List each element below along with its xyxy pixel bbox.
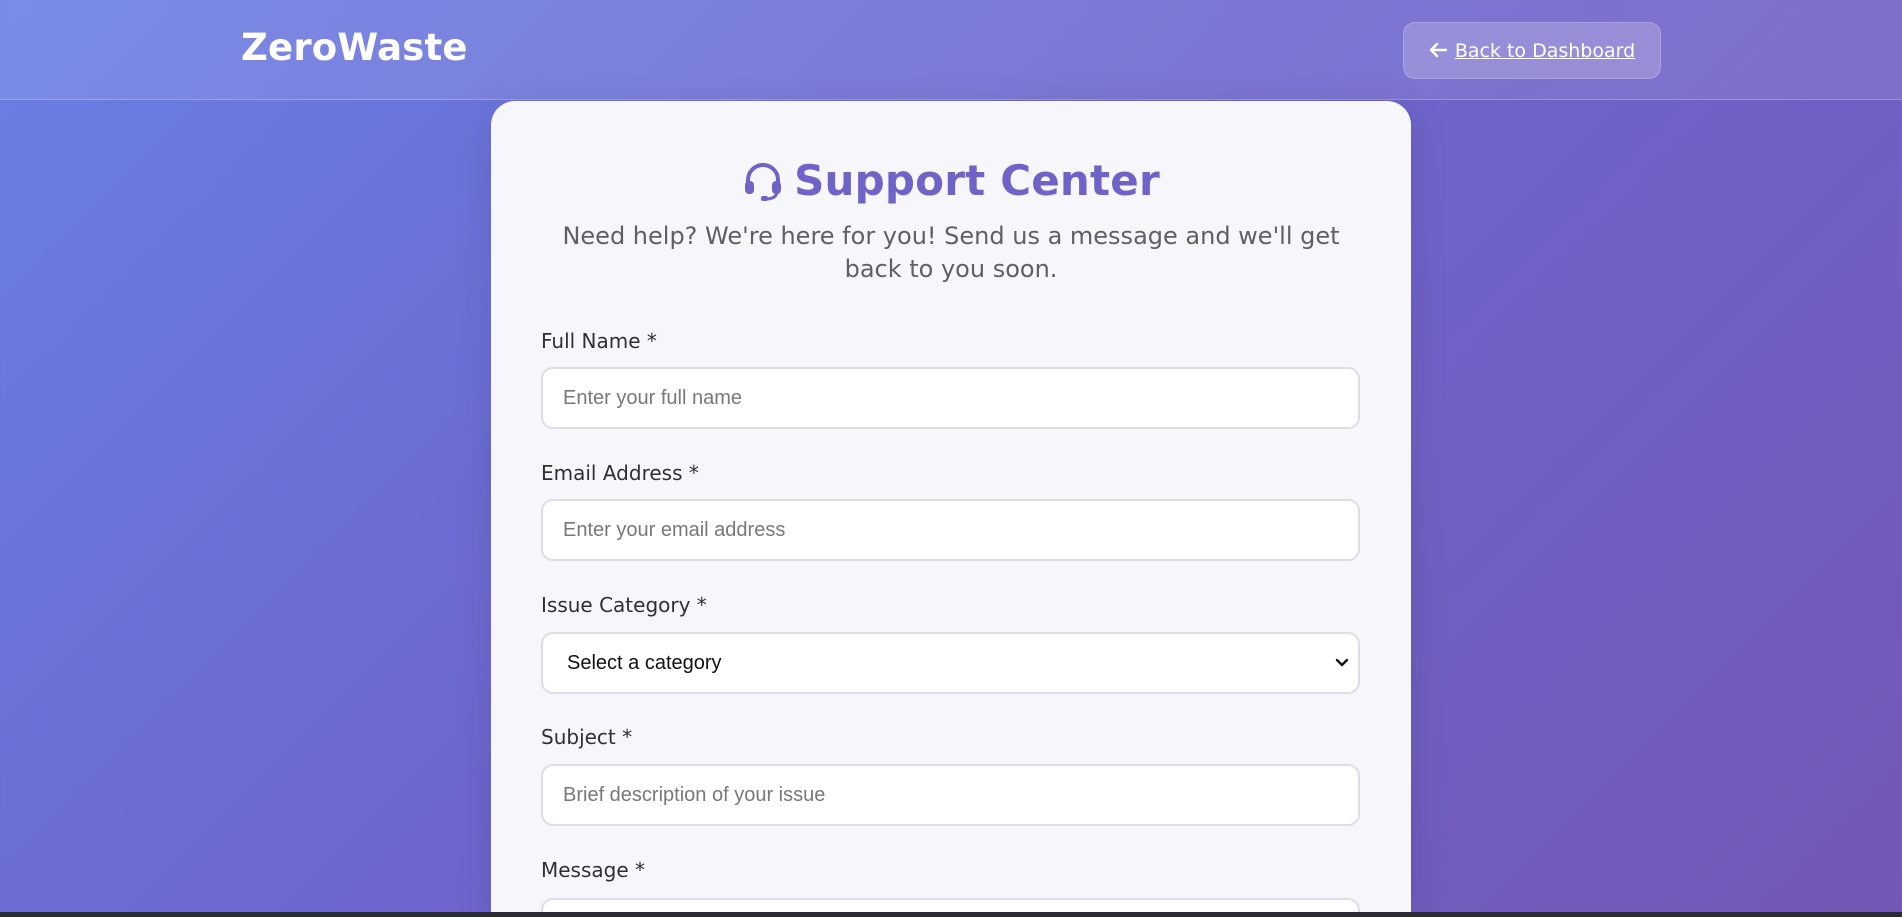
arrow-left-icon <box>1429 41 1448 61</box>
support-header: Support Center <box>491 156 1411 205</box>
page-title: Support Center <box>794 156 1160 205</box>
full-name-label: Full Name * <box>541 329 657 353</box>
back-to-dashboard-button[interactable]: Back to Dashboard <box>1403 22 1661 79</box>
full-name-input[interactable] <box>541 367 1360 429</box>
support-card: Support Center Need help? We're here for… <box>491 101 1411 917</box>
message-label: Message * <box>541 858 646 882</box>
email-input[interactable] <box>541 499 1360 561</box>
issue-category-label: Issue Category * <box>541 593 707 617</box>
back-to-dashboard-label: Back to Dashboard <box>1454 39 1636 62</box>
page-subtitle: Need help? We're here for you! Send us a… <box>562 222 1340 283</box>
subject-input[interactable] <box>541 764 1360 826</box>
subject-label: Subject * <box>541 725 633 749</box>
headset-icon <box>742 160 784 202</box>
brand-logo-text[interactable]: ZeroWaste <box>241 26 468 69</box>
top-navbar: ZeroWaste Back to Dashboard <box>0 0 1902 100</box>
issue-category-select[interactable]: Select a category <box>541 632 1360 694</box>
window-bottom-edge <box>0 912 1902 917</box>
email-label: Email Address * <box>541 461 699 485</box>
